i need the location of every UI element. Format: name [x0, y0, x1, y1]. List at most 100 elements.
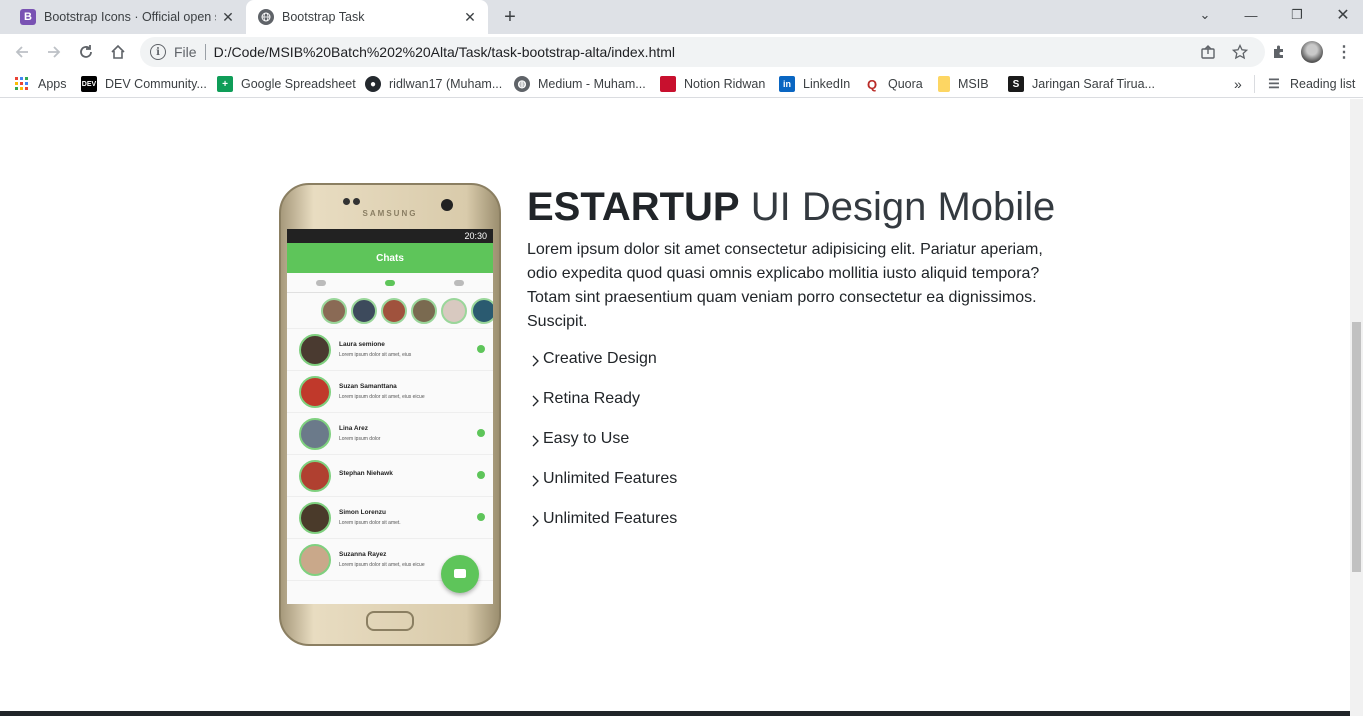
info-icon[interactable]: i	[150, 44, 166, 60]
bookmark-dev-community[interactable]: DEV DEV Community...	[81, 75, 207, 93]
menu-kebab-icon[interactable]: ⋮	[1330, 38, 1358, 66]
phone-chat-row: Lina Arez Lorem ipsum dolor	[287, 413, 493, 455]
window-close-icon[interactable]: ✕	[1320, 0, 1363, 30]
list-item: Unlimited Features	[527, 470, 677, 510]
bookmark-medium[interactable]: ◍ Medium - Muham...	[514, 75, 646, 93]
chevron-right-icon	[527, 390, 543, 412]
bookmark-label: Medium - Muham...	[538, 77, 646, 91]
tab-bootstrap-task[interactable]: Bootstrap Task ✕	[246, 0, 488, 34]
share-icon[interactable]	[1194, 38, 1222, 66]
globe-icon: ◍	[514, 76, 530, 92]
bookmark-notion[interactable]: Notion Ridwan	[660, 75, 765, 93]
bookmark-label: Quora	[888, 77, 923, 91]
tab-strip: B Bootstrap Icons · Official open so ✕ B…	[0, 0, 1363, 34]
chevron-right-icon	[527, 430, 543, 452]
phone-speaker	[343, 198, 361, 206]
phone-brand: SAMSUNG	[362, 209, 418, 218]
bookmark-label: MSIB	[958, 77, 989, 91]
divider	[1254, 75, 1255, 93]
phone-chat-row: Stephan Niehawk	[287, 455, 493, 497]
tab-title: Bootstrap Task	[282, 10, 365, 24]
phone-app-title: Chats	[376, 252, 404, 264]
url-text[interactable]: D:/Code/MSIB%20Batch%202%20Alta/Task/tas…	[214, 44, 675, 60]
feature-label: Unlimited Features	[543, 510, 678, 527]
phone-app-bar: Chats	[287, 243, 493, 273]
bookmark-quora[interactable]: Q Quora	[864, 75, 923, 93]
phone-chat-row: Laura semione Lorem ipsum dolor sit amet,…	[287, 329, 493, 371]
chevron-right-icon	[527, 510, 543, 532]
dev-icon: DEV	[81, 76, 97, 92]
github-icon: ●	[365, 76, 381, 92]
reading-list-label: Reading list	[1290, 77, 1356, 91]
new-tab-button[interactable]: +	[498, 5, 522, 29]
tab-bootstrap-icons[interactable]: B Bootstrap Icons · Official open so ✕	[8, 0, 246, 34]
notion-icon	[660, 76, 676, 92]
list-item: Retina Ready	[527, 390, 677, 430]
bookmark-label: DEV Community...	[105, 77, 207, 91]
avatar[interactable]	[1298, 38, 1326, 66]
restore-icon[interactable]: ❐	[1274, 0, 1320, 30]
tab-title: Bootstrap Icons · Official open so	[44, 10, 216, 24]
phone-chat-row: Simon Lorenzu Lorem ipsum dolor sit amet.	[287, 497, 493, 539]
phone-stories	[287, 293, 493, 329]
page-title: ESTARTUP UI Design Mobile	[527, 183, 1055, 231]
reading-list-button[interactable]: ☰ Reading list	[1266, 75, 1355, 93]
list-item: Easy to Use	[527, 430, 677, 470]
title-light: UI Design Mobile	[739, 185, 1056, 229]
bookmark-apps[interactable]: Apps	[14, 75, 67, 93]
scribd-icon: S	[1008, 76, 1024, 92]
phone-mockup-image: SAMSUNG 20:30 Chats Laura semione Lorem i…	[279, 183, 501, 646]
bookmark-msib[interactable]: MSIB	[938, 75, 989, 93]
bookmarks-bar: Apps DEV DEV Community... + Google Sprea…	[0, 70, 1363, 98]
bookmark-google-spreadsheet[interactable]: + Google Spreadsheet	[217, 75, 356, 93]
bookmark-label: Jaringan Saraf Tirua...	[1032, 77, 1155, 91]
bookmark-label: Apps	[38, 77, 67, 91]
globe-icon	[258, 9, 274, 25]
scheme-label: File	[174, 44, 197, 60]
footer-edge	[0, 711, 1350, 716]
feature-label: Creative Design	[543, 350, 657, 367]
bookmark-github[interactable]: ● ridlwan17 (Muham...	[365, 75, 502, 93]
feature-label: Retina Ready	[543, 390, 640, 407]
address-bar[interactable]: i File D:/Code/MSIB%20Batch%202%20Alta/T…	[140, 37, 1265, 67]
feature-label: Easy to Use	[543, 430, 630, 447]
phone-fab-message-icon	[441, 555, 479, 593]
reload-icon[interactable]	[72, 38, 100, 66]
phone-home-button	[366, 611, 414, 631]
feature-label: Unlimited Features	[543, 470, 678, 487]
feature-list: Creative Design Retina Ready Easy to Use…	[527, 350, 677, 550]
list-item: Unlimited Features	[527, 510, 677, 550]
list-item: Creative Design	[527, 350, 677, 390]
close-icon[interactable]: ✕	[458, 5, 482, 29]
phone-screen: 20:30 Chats Laura semione Lorem ipsum dol…	[287, 229, 493, 604]
forward-icon[interactable]	[40, 38, 68, 66]
close-icon[interactable]: ✕	[216, 5, 240, 29]
home-icon[interactable]	[104, 38, 132, 66]
bookmark-label: LinkedIn	[803, 77, 851, 91]
bookmarks-overflow-icon[interactable]: »	[1234, 75, 1242, 93]
back-icon[interactable]	[8, 38, 36, 66]
bootstrap-favicon-icon: B	[20, 9, 36, 25]
description-text: Lorem ipsum dolor sit amet consectetur a…	[527, 241, 1043, 330]
minimize-icon[interactable]: —	[1228, 0, 1274, 30]
chevron-right-icon	[527, 350, 543, 372]
scrollbar-thumb[interactable]	[1352, 322, 1361, 572]
phone-status-bar: 20:30	[287, 229, 493, 243]
bookmark-star-icon[interactable]	[1226, 38, 1254, 66]
tab-search-icon[interactable]: ⌄	[1182, 0, 1228, 30]
linkedin-icon: in	[779, 76, 795, 92]
quora-icon: Q	[866, 76, 878, 92]
chevron-right-icon	[527, 470, 543, 492]
sheets-icon: +	[217, 76, 233, 92]
bookmark-linkedin[interactable]: in LinkedIn	[779, 75, 850, 93]
phone-tabs	[287, 273, 493, 293]
bookmark-label: Notion Ridwan	[684, 77, 766, 91]
bookmark-label: ridlwan17 (Muham...	[389, 77, 503, 91]
folder-icon	[938, 76, 950, 92]
extensions-icon[interactable]	[1265, 38, 1293, 66]
title-bold: ESTARTUP	[527, 185, 740, 229]
bookmark-jaringan-saraf[interactable]: S Jaringan Saraf Tirua...	[1008, 75, 1155, 93]
divider	[204, 44, 206, 60]
bookmark-label: Google Spreadsheet	[241, 77, 356, 91]
apps-grid-icon	[14, 76, 30, 92]
